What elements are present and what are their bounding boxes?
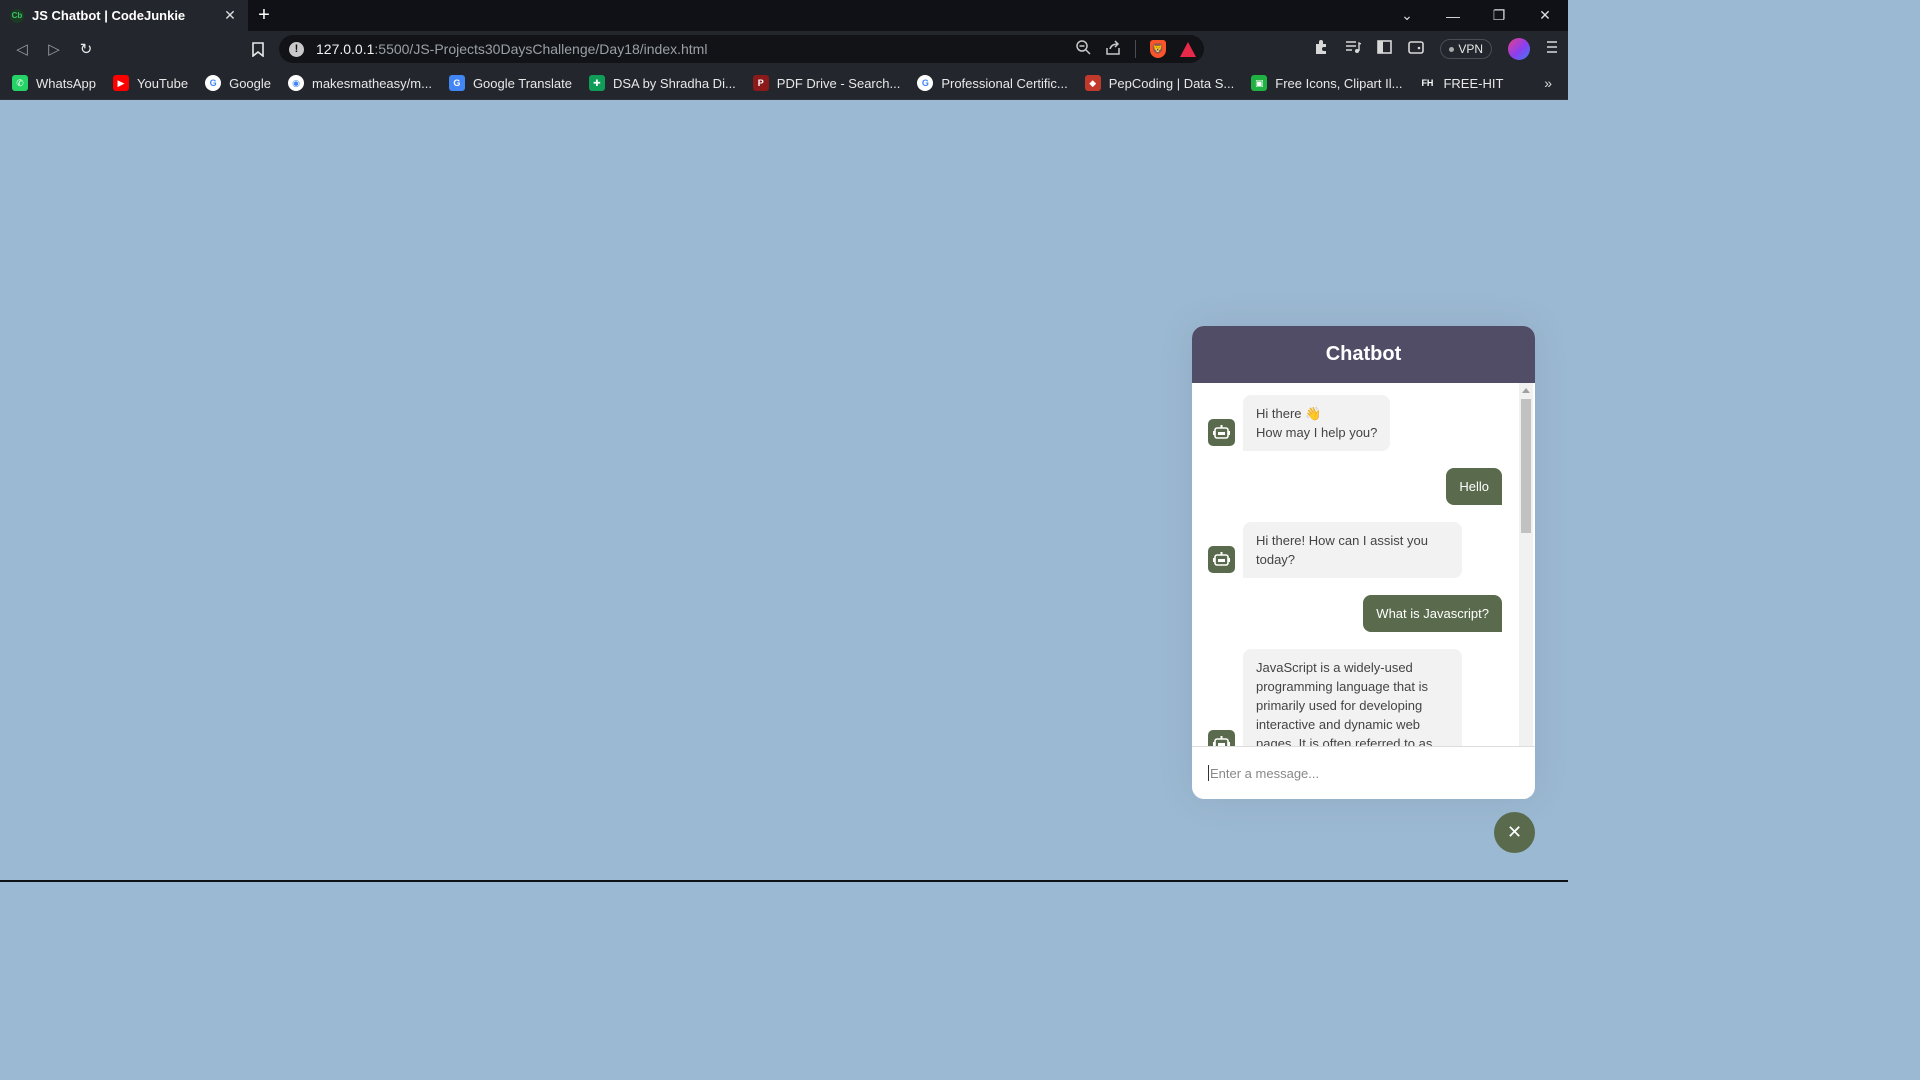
codejunkie-favicon-icon: Cb — [10, 8, 24, 23]
text-caret — [1208, 765, 1209, 781]
back-button[interactable]: ◁ — [6, 33, 38, 65]
bookmarks-overflow-button[interactable]: » — [1544, 75, 1552, 91]
bookmark-item[interactable]: P PDF Drive - Search... — [752, 75, 901, 91]
minimize-button[interactable]: — — [1430, 0, 1476, 31]
bookmark-label: Google Translate — [472, 75, 572, 91]
reload-button[interactable]: ↻ — [70, 33, 102, 65]
bookmark-item[interactable]: G Google Translate — [448, 75, 572, 91]
window-bottom-border — [0, 880, 1568, 882]
restore-button[interactable]: ❐ — [1476, 0, 1522, 31]
url-path: :5500/JS-Projects30DaysChallenge/Day18/i… — [374, 41, 708, 57]
wallet-icon[interactable] — [1408, 40, 1425, 58]
brave-rewards-icon[interactable] — [1180, 41, 1196, 57]
bot-message: JavaScript is a widely-used programming … — [1208, 649, 1502, 746]
google-icon: G — [917, 75, 934, 91]
bookmark-item[interactable]: G Professional Certific... — [917, 75, 1068, 91]
bookmark-item[interactable]: G Google — [205, 75, 271, 91]
tab-title: JS Chatbot | CodeJunkie — [32, 8, 186, 23]
freehit-icon: FH — [1419, 75, 1436, 91]
google-icon: G — [205, 75, 222, 91]
message-text: JavaScript is a widely-used programming … — [1243, 649, 1462, 746]
vpn-status-dot — [1449, 46, 1455, 52]
browser-titlebar: Cb JS Chatbot | CodeJunkie ✕ + ⌄ — ❐ ✕ — [0, 0, 1568, 31]
scroll-up-arrow-icon[interactable] — [1522, 388, 1530, 393]
bookmark-label: FREE-HIT — [1443, 75, 1504, 91]
scroll-thumb[interactable] — [1521, 399, 1531, 533]
bookmark-label: WhatsApp — [36, 75, 96, 91]
bookmark-item[interactable]: ▣ Free Icons, Clipart Il... — [1251, 75, 1402, 91]
brave-shields-icon[interactable]: 🦁 — [1150, 40, 1166, 58]
bookmark-label: makesmatheasy/m... — [312, 75, 432, 91]
profile-avatar[interactable] — [1508, 38, 1530, 60]
translate-icon: G — [448, 75, 465, 91]
chatbot-window: Chatbot Hi there 👋 How may I help you? He… — [1192, 326, 1535, 799]
message-text: Hi there 👋 How may I help you? — [1243, 395, 1391, 451]
message-text: Hello — [1446, 468, 1502, 505]
menu-icon[interactable] — [1546, 40, 1558, 58]
window-controls: ⌄ — ❐ ✕ — [1384, 0, 1568, 31]
bookmark-item[interactable]: ✚ DSA by Shradha Di... — [588, 75, 736, 91]
sidebar-icon[interactable] — [1377, 40, 1393, 58]
chat-messages[interactable]: Hi there 👋 How may I help you? Hello Hi th… — [1192, 383, 1535, 746]
bookmark-label: PepCoding | Data S... — [1108, 75, 1235, 91]
robot-icon — [1208, 546, 1235, 573]
bookmark-label: DSA by Shradha Di... — [612, 75, 736, 91]
message-text: What is Javascript? — [1363, 595, 1502, 632]
bookmarks-bar: ✆ WhatsApp ▶ YouTube G Google ◉ makesmatheasy/m… — [0, 67, 1568, 100]
browser-toolbar: ◁ ▷ ↻ ! 127.0.0.1:5500/JS-Projects30Days… — [0, 31, 1568, 67]
chat-scrollbar[interactable] — [1519, 383, 1533, 746]
bookmark-label: Free Icons, Clipart Il... — [1275, 75, 1403, 91]
address-bar[interactable]: ! 127.0.0.1:5500/JS-Projects30DaysChalle… — [279, 35, 1204, 63]
sheets-icon: ✚ — [588, 75, 605, 91]
bookmark-item[interactable]: ◆ PepCoding | Data S... — [1084, 75, 1235, 91]
pepcoding-icon: ◆ — [1084, 75, 1101, 91]
youtube-icon: ▶ — [112, 75, 129, 91]
zoom-icon[interactable] — [1076, 40, 1091, 58]
chatbot-close-toggle[interactable]: ✕ — [1494, 812, 1535, 853]
page-content: Chatbot Hi there 👋 How may I help you? He… — [0, 101, 1568, 880]
bookmark-item[interactable]: FH FREE-HIT — [1419, 75, 1503, 91]
playlist-icon[interactable] — [1345, 40, 1362, 58]
chat-input-area — [1192, 746, 1535, 799]
bookmark-label: Professional Certific... — [941, 75, 1068, 91]
browser-tab-active[interactable]: Cb JS Chatbot | CodeJunkie ✕ — [0, 0, 248, 31]
url-host: 127.0.0.1 — [316, 41, 375, 57]
chatbot-title: Chatbot — [1325, 343, 1402, 365]
bookmark-label: Google — [229, 75, 271, 91]
bot-message: Hi there 👋 How may I help you? — [1208, 395, 1502, 451]
forward-button[interactable]: ▷ — [38, 33, 70, 65]
omnibox-actions: 🦁 — [1076, 35, 1196, 63]
bookmark-item[interactable]: ▶ YouTube — [112, 75, 189, 91]
share-icon[interactable] — [1105, 40, 1121, 58]
chatbot-header: Chatbot — [1192, 326, 1535, 383]
vpn-label: VPN — [1458, 42, 1483, 56]
bot-message: Hi there! How can I assist you today? — [1208, 522, 1502, 578]
github-icon: ◉ — [288, 75, 304, 91]
toolbar-right: VPN — [1313, 31, 1558, 67]
user-message: Hello — [1208, 468, 1502, 505]
user-message: What is Javascript? — [1208, 595, 1502, 632]
bookmark-page-icon[interactable] — [242, 33, 274, 65]
bookmark-label: YouTube — [136, 75, 189, 91]
bookmark-label: PDF Drive - Search... — [776, 75, 901, 91]
pdf-icon: P — [752, 75, 769, 91]
bookmark-item[interactable]: ◉ makesmatheasy/m... — [288, 75, 432, 91]
window-close-button[interactable]: ✕ — [1522, 0, 1568, 31]
icons8-icon: ▣ — [1251, 75, 1268, 91]
tab-close-icon[interactable]: ✕ — [222, 7, 238, 24]
vpn-button[interactable]: VPN — [1440, 39, 1492, 59]
new-tab-button[interactable]: + — [248, 0, 280, 31]
divider — [1135, 40, 1136, 58]
bookmark-item[interactable]: ✆ WhatsApp — [12, 75, 96, 91]
site-info-icon[interactable]: ! — [289, 41, 304, 57]
whatsapp-icon: ✆ — [12, 75, 28, 91]
message-input[interactable] — [1210, 765, 1519, 781]
tab-search-icon[interactable]: ⌄ — [1384, 0, 1430, 31]
message-text: Hi there! How can I assist you today? — [1243, 522, 1462, 578]
extensions-icon[interactable] — [1313, 39, 1329, 59]
robot-icon — [1208, 730, 1235, 746]
robot-icon — [1208, 419, 1235, 446]
